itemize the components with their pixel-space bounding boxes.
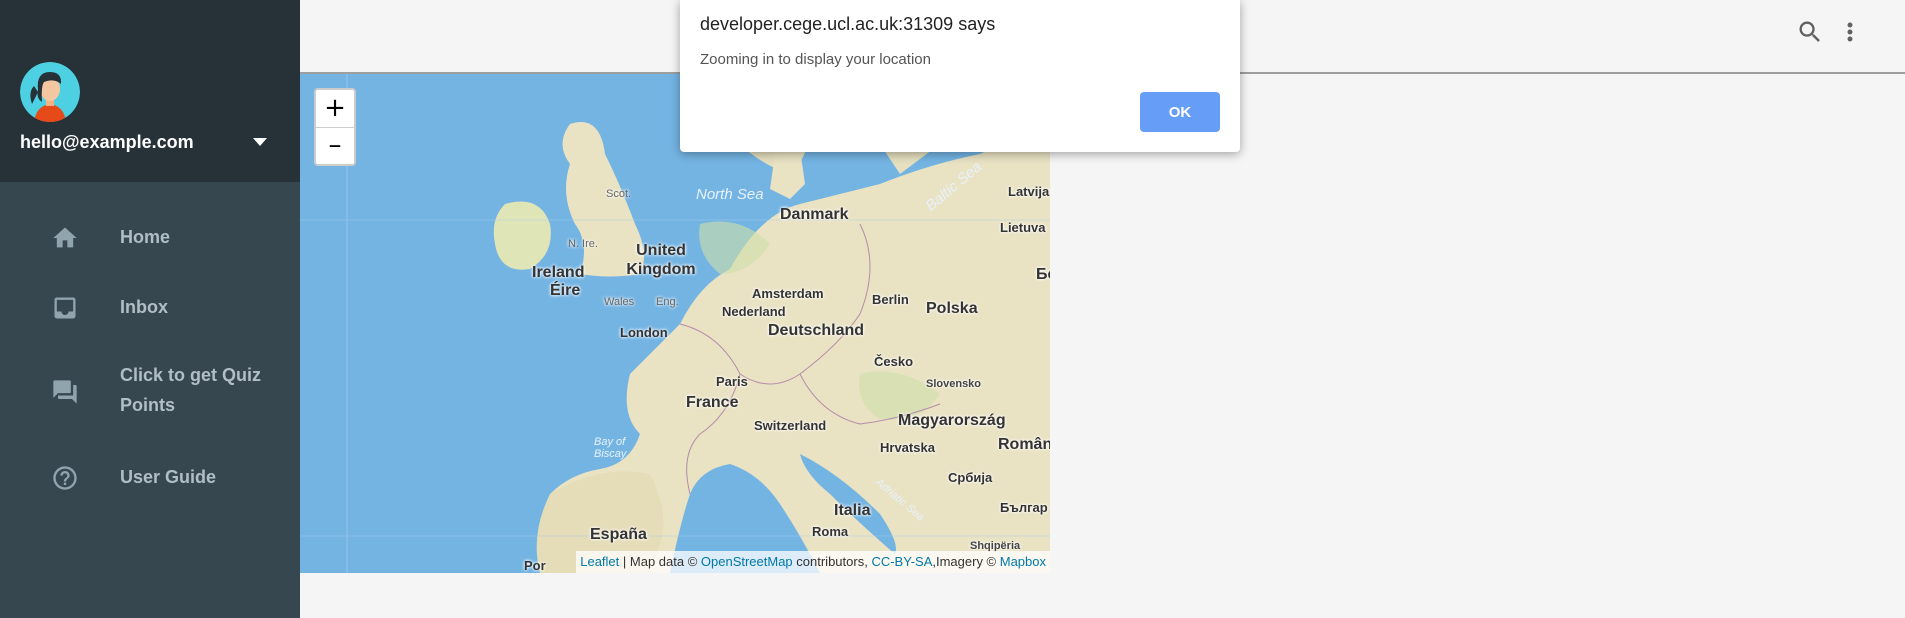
user-header: hello@example.com [0,0,300,182]
map-label-country: Србија [948,470,993,485]
attribution-text: | Map data © [619,554,701,569]
sidebar-item-label: User Guide [120,467,217,487]
alert-dialog: developer.cege.ucl.ac.uk:31309 says Zoom… [680,0,1240,152]
map-label-country: Éire [550,282,581,299]
map-label-city: Paris [716,374,748,389]
map-label-region: N. Ire. [568,238,598,250]
map-label-region: Wales [604,296,635,308]
user-email: hello@example.com [20,132,194,152]
chevron-down-icon[interactable] [250,134,270,150]
map-label-country: Latvija [1008,184,1050,199]
map-label-country: España [590,526,647,543]
cc-by-sa-link[interactable]: CC-BY-SA [871,554,932,569]
map-label-country: Lietuva [1000,220,1046,235]
map-label-region: Eng. [656,296,679,308]
search-icon[interactable] [1796,18,1824,46]
map-label-country: Italia [834,502,871,519]
zoom-in-button[interactable]: + [316,90,354,128]
map-label-country: Deutschland [768,322,865,339]
map-label-city: Roma [812,524,849,539]
map-label-sea: Bay of Biscay [594,436,627,460]
map-label-country: Magyarország [898,412,1006,429]
map-label-city: Amsterdam [752,286,824,301]
map-attribution: Leaflet | Map data © OpenStreetMap contr… [576,551,1050,573]
avatar[interactable] [20,62,80,122]
help-circle-icon [51,464,79,492]
more-vertical-icon[interactable] [1840,18,1860,46]
forum-icon [51,378,79,406]
dialog-title: developer.cege.ucl.ac.uk:31309 says [700,14,996,34]
map-label-country: Danmark [780,206,849,223]
map-label-region: Scot. [606,188,632,200]
map-label-country: Polska [926,300,978,317]
map-label-country: Česko [874,354,914,369]
inbox-icon [51,294,79,322]
map-label-country: Българ [1000,500,1048,515]
map-label-country: Ireland [532,264,585,281]
dialog-message: Zooming in to display your location [700,51,931,68]
sidebar: hello@example.com Home Inbox Click to ge… [0,0,300,618]
zoom-out-button[interactable]: – [316,127,354,164]
sidebar-item-label: Inbox [120,297,168,317]
leaflet-link[interactable]: Leaflet [580,554,619,569]
attribution-text: ,Imagery © [932,554,1000,569]
map-label-country: Switzerland [754,418,827,433]
map-label-city: London [620,325,668,340]
sidebar-item-inbox[interactable]: Inbox [0,288,300,328]
sidebar-item-label: Home [120,227,171,247]
attribution-text: contributors, [792,554,872,569]
map-label-country: France [686,394,739,411]
sidebar-item-home[interactable]: Home [0,218,300,258]
openstreetmap-link[interactable]: OpenStreetMap [701,554,793,569]
sidebar-item-label: Click to get Quiz Points [120,365,262,415]
map-label-country: Slovensko [926,378,982,390]
map-label-country: Hrvatska [880,440,935,455]
map-label-country: Român [998,436,1050,453]
map-label-country: United Kingdom [626,242,696,278]
mapbox-link[interactable]: Mapbox [1000,554,1046,569]
ok-button[interactable]: OK [1140,92,1220,132]
sidebar-item-user-guide[interactable]: User Guide [0,458,300,498]
map-label-sea: North Sea [696,186,764,203]
home-icon [51,224,79,252]
zoom-control: + – [314,88,356,166]
map-label-country: Por [524,558,546,573]
sidebar-item-quiz[interactable]: Click to get Quiz Points [0,358,300,422]
map-label-city: Berlin [872,292,909,307]
map-label-country: Бе [1036,266,1050,283]
map-label-country: Nederland [722,304,786,319]
